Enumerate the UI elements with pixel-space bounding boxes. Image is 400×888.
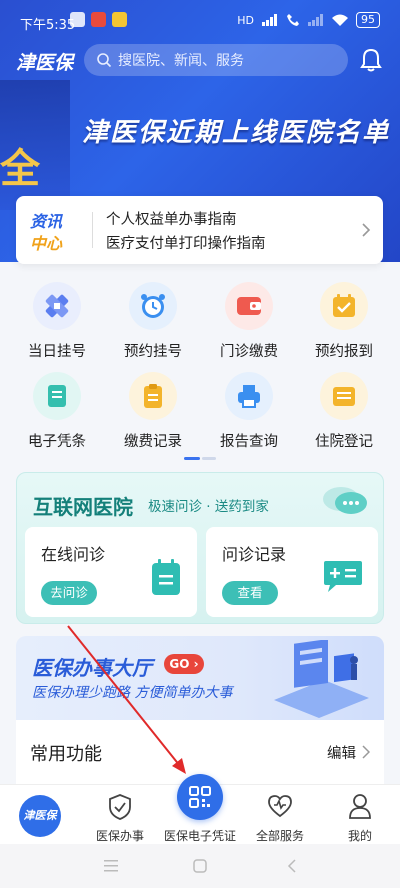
- service-label: 电子凭条: [28, 434, 86, 450]
- status-bar: 下午5:35 HD 95: [0, 0, 400, 44]
- service-appointment-checkin[interactable]: 预约报到: [306, 282, 382, 361]
- system-navigation-bar: [0, 844, 400, 888]
- heart-pulse-icon: [268, 795, 292, 818]
- service-report-query[interactable]: 报告查询: [211, 372, 287, 451]
- chat-bubble-icon: [323, 487, 367, 514]
- nav-all-services[interactable]: 全部服务: [240, 785, 320, 845]
- app-logo: 津医保: [16, 52, 74, 74]
- receipt-icon: [33, 372, 81, 420]
- hall-subtitle: 医保办理少跑路 方便简单办大事: [32, 685, 233, 701]
- service-outpatient-payment[interactable]: 门诊缴费: [211, 282, 287, 361]
- online-consultation-box[interactable]: 在线问诊 去问诊: [25, 527, 197, 617]
- internet-hospital-title: 互联网医院: [33, 495, 133, 519]
- news-item[interactable]: 医疗支付单打印操作指南: [106, 232, 266, 253]
- nav-label: 医保电子凭证: [163, 829, 236, 843]
- bell-icon[interactable]: [360, 48, 382, 72]
- printer-icon: [225, 372, 273, 420]
- wallet-icon: [225, 282, 273, 330]
- banner-headline: 津医保近期上线医院名单: [82, 118, 391, 148]
- app-notification-icon: [112, 12, 127, 27]
- nav-label: 我的: [347, 829, 372, 843]
- news-item[interactable]: 个人权益单办事指南: [106, 208, 237, 229]
- banner-side-char: 全: [0, 145, 40, 192]
- calendar-list-icon: [152, 559, 180, 595]
- online-consultation-title: 在线问诊: [41, 545, 106, 564]
- back-icon[interactable]: [287, 859, 297, 873]
- view-records-button[interactable]: 查看: [222, 581, 278, 605]
- clipboard-icon: [129, 372, 177, 420]
- nav-label: 医保办事: [95, 829, 144, 843]
- nav-home[interactable]: 津医保: [0, 785, 80, 845]
- consultation-records-box[interactable]: 问诊记录 查看: [206, 527, 378, 617]
- e-voucher-center-button[interactable]: [177, 774, 223, 820]
- phone-call-icon: [287, 14, 299, 26]
- shield-check-icon: [109, 794, 131, 820]
- qr-code-icon: [189, 786, 211, 808]
- service-payment-records[interactable]: 缴费记录: [115, 372, 191, 451]
- hall-go-button[interactable]: GO ›: [164, 654, 204, 674]
- page-indicator: [184, 457, 216, 460]
- go-consult-button[interactable]: 去问诊: [41, 581, 97, 605]
- nav-mine[interactable]: 我的: [320, 785, 400, 845]
- signal-icon: [262, 14, 277, 26]
- signal-empty-icon: [308, 14, 323, 26]
- app-header: 津医保 搜医院、新闻、服务: [0, 42, 400, 78]
- search-input[interactable]: 搜医院、新闻、服务: [84, 44, 348, 76]
- search-placeholder: 搜医院、新闻、服务: [118, 53, 244, 69]
- system-icons: HD 95: [237, 12, 380, 28]
- service-label: 门诊缴费: [220, 344, 278, 360]
- service-label: 预约报到: [315, 344, 373, 360]
- service-label: 住院登记: [315, 434, 373, 450]
- consultation-records-title: 问诊记录: [222, 545, 287, 564]
- common-functions-title: 常用功能: [30, 744, 102, 765]
- calendar-check-icon: [320, 282, 368, 330]
- home-icon[interactable]: [193, 859, 207, 873]
- service-label: 预约挂号: [124, 344, 182, 360]
- hospital-cross-icon: [33, 282, 81, 330]
- alarm-clock-icon: [129, 282, 177, 330]
- search-icon: [97, 53, 112, 68]
- news-badge-line1: 资讯: [30, 212, 63, 231]
- service-label: 报告查询: [220, 434, 278, 450]
- home-logo: 津医保: [19, 795, 61, 837]
- user-icon: [349, 794, 371, 819]
- battery-icon: 95: [356, 12, 380, 28]
- medical-insurance-hall-banner[interactable]: 医保办事大厅 GO › 医保办理少跑路 方便简单办大事: [16, 636, 384, 720]
- edit-button[interactable]: 编辑: [327, 742, 356, 763]
- divider: [92, 212, 93, 248]
- internet-hospital-subtitle: 极速问诊 · 送药到家: [148, 499, 269, 515]
- news-badge-line2: 中心: [30, 234, 63, 253]
- hd-icon: HD: [237, 13, 254, 27]
- nav-insurance-affairs[interactable]: 医保办事: [80, 785, 160, 845]
- news-center-card[interactable]: 资讯 中心 个人权益单办事指南 医疗支付单打印操作指南: [16, 196, 383, 264]
- office-building-illustration: [274, 640, 369, 718]
- notification-icons: [70, 12, 127, 27]
- service-same-day-register[interactable]: 当日挂号: [19, 282, 95, 361]
- hall-title: 医保办事大厅: [32, 656, 152, 680]
- calculator-chat-icon: [324, 561, 362, 592]
- nav-label: 全部服务: [255, 829, 304, 843]
- service-label: 缴费记录: [124, 434, 182, 450]
- news-center-badge: 资讯 中心: [28, 208, 80, 253]
- service-e-receipt[interactable]: 电子凭条: [19, 372, 95, 451]
- menu-icon[interactable]: [104, 860, 118, 872]
- weibo-icon: [91, 12, 106, 27]
- chevron-right-icon: [362, 745, 370, 759]
- service-label: 当日挂号: [28, 344, 86, 360]
- service-inpatient-registration[interactable]: 住院登记: [306, 372, 382, 451]
- chevron-right-icon: [362, 223, 371, 237]
- service-appointment-register[interactable]: 预约挂号: [115, 282, 191, 361]
- mute-icon: [70, 12, 85, 27]
- wifi-icon: [332, 14, 348, 26]
- folder-icon: [320, 372, 368, 420]
- internet-hospital-card[interactable]: 互联网医院 极速问诊 · 送药到家 在线问诊 去问诊 问诊记录 查看: [16, 472, 384, 624]
- status-time: 下午5:35: [20, 18, 76, 33]
